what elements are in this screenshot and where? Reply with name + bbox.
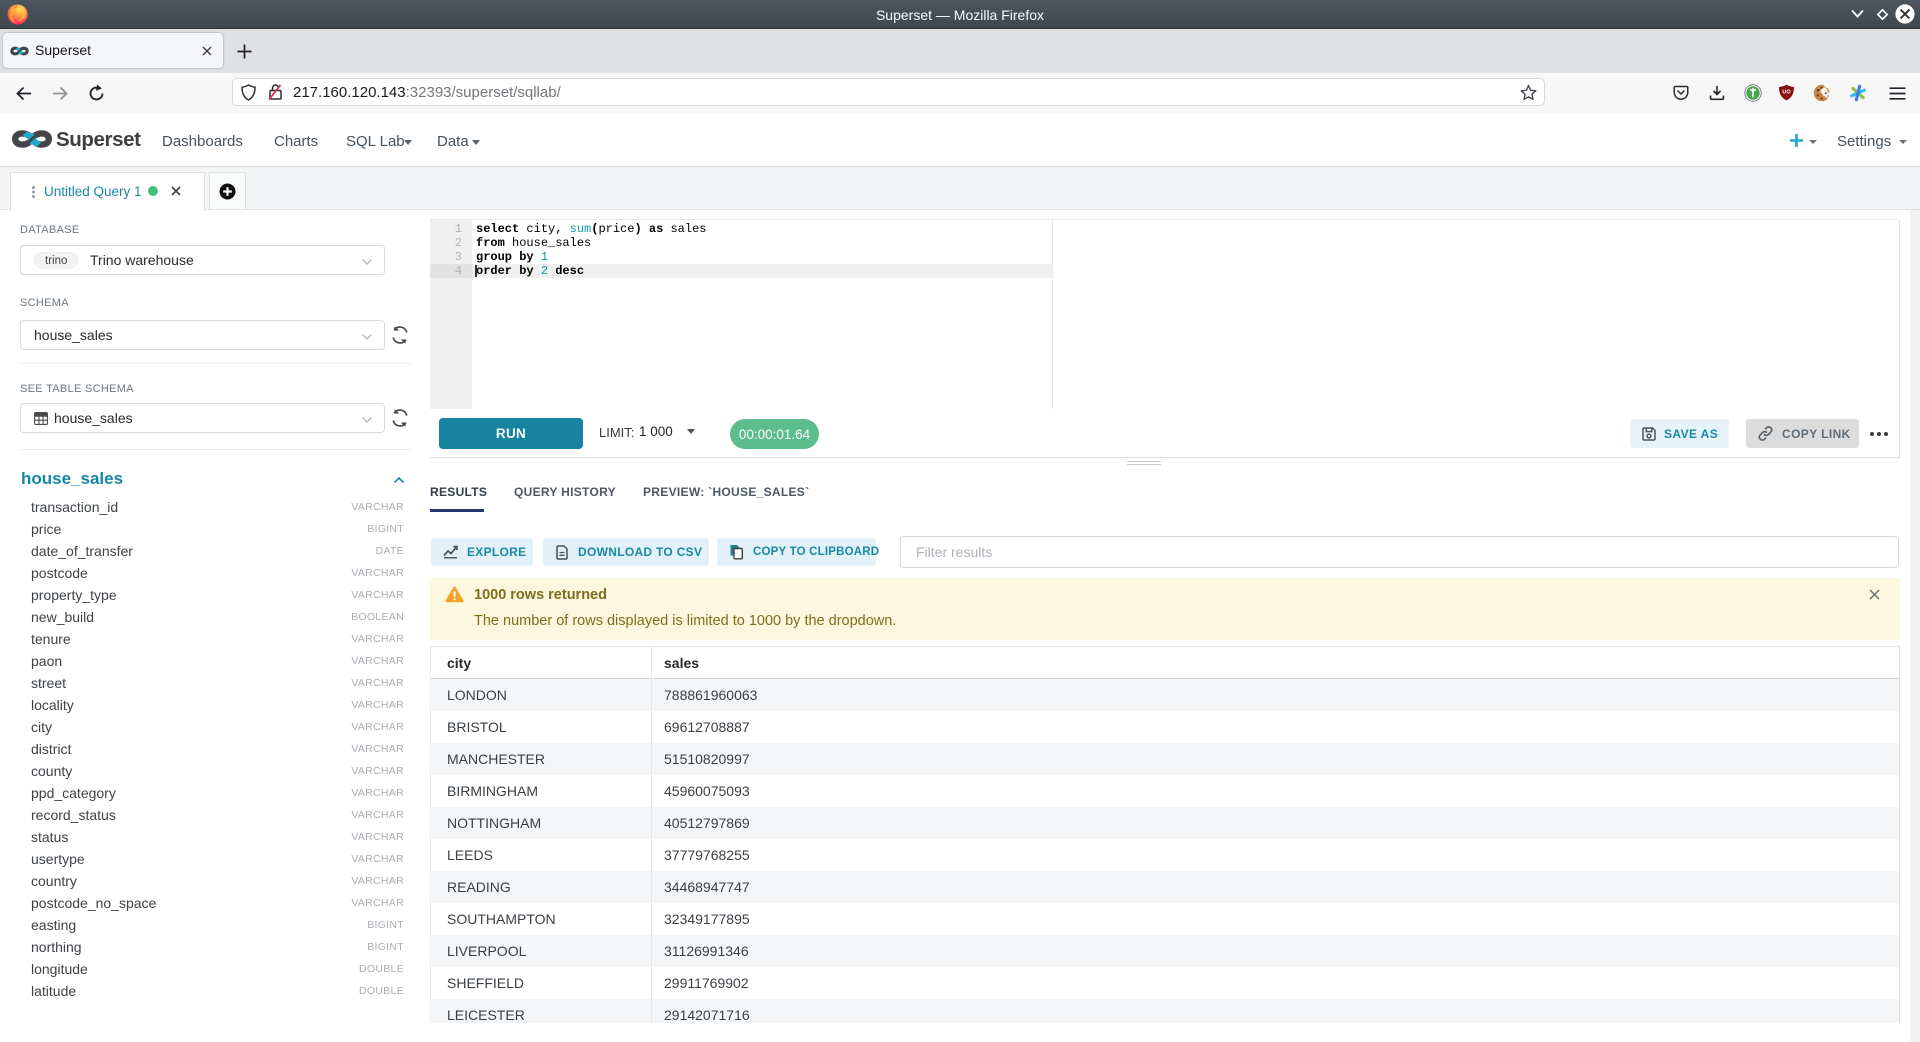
svg-text:UO: UO xyxy=(1782,90,1791,96)
